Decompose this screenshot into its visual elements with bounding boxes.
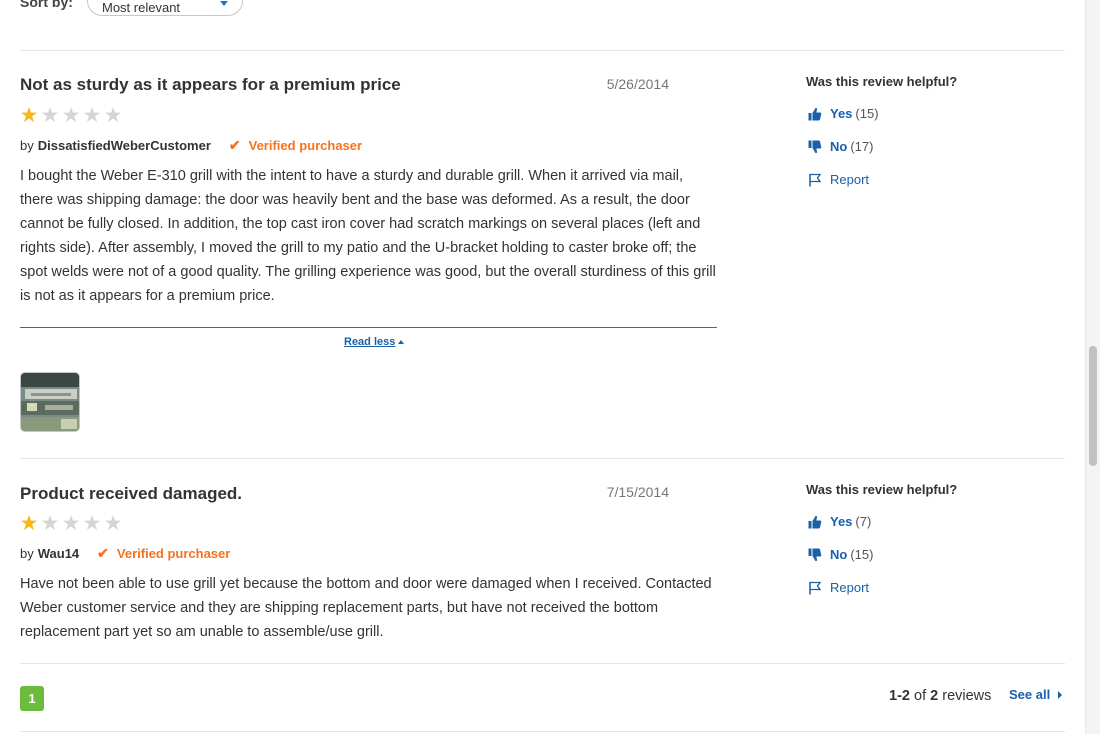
vote-no-button[interactable]: No (15) xyxy=(808,547,873,562)
pagination-page-button[interactable]: 1 xyxy=(20,686,44,711)
star-icon: ★ xyxy=(82,104,102,127)
thumbs-down-icon xyxy=(808,548,822,561)
report-button[interactable]: Report xyxy=(808,172,869,187)
reviews-label: reviews xyxy=(942,688,992,704)
star-icon: ★ xyxy=(19,512,39,535)
see-all-link[interactable]: See all xyxy=(1009,687,1063,702)
sort-dropdown[interactable]: Most relevant xyxy=(87,0,243,16)
no-label: No xyxy=(830,547,848,562)
star-icon: ★ xyxy=(103,512,123,535)
no-label: No xyxy=(830,139,848,154)
by-label: by xyxy=(20,138,34,153)
no-count: (17) xyxy=(850,139,874,154)
verified-purchaser-badge: Verified purchaser xyxy=(116,546,231,561)
thumbs-up-icon xyxy=(808,515,822,528)
by-label: by xyxy=(20,546,34,561)
star-rating: ★ ★ ★ ★ ★ xyxy=(19,105,123,126)
divider xyxy=(20,663,1065,664)
chevron-up-icon xyxy=(398,340,405,344)
yes-label: Yes xyxy=(830,514,853,529)
yes-count: (15) xyxy=(855,106,879,121)
flag-icon xyxy=(809,173,822,186)
thumbs-up-icon xyxy=(808,107,822,120)
review-title: Not as sturdy as it appears for a premiu… xyxy=(20,75,401,94)
divider xyxy=(20,50,1065,51)
star-icon: ★ xyxy=(40,512,60,535)
helpful-question: Was this review helpful? xyxy=(806,482,958,497)
star-rating: ★ ★ ★ ★ ★ xyxy=(19,513,123,534)
review-byline: by Wau14 ✔ Verified purchaser xyxy=(20,545,230,562)
yes-label: Yes xyxy=(830,106,853,121)
helpful-question: Was this review helpful? xyxy=(806,74,958,89)
sort-label: Sort by: xyxy=(20,0,73,10)
review-date: 5/26/2014 xyxy=(606,76,669,92)
star-icon: ★ xyxy=(61,512,81,535)
read-less-label: Read less xyxy=(344,336,396,348)
review-title: Product received damaged. xyxy=(20,484,243,503)
star-icon: ★ xyxy=(82,512,102,535)
total-count: 2 xyxy=(930,688,939,704)
vote-no-button[interactable]: No (17) xyxy=(808,139,873,154)
of-label: of xyxy=(914,688,927,704)
report-button[interactable]: Report xyxy=(808,580,869,595)
review-author: DissatisfiedWeberCustomer xyxy=(37,138,211,153)
checkmark-icon: ✔ xyxy=(228,137,241,153)
chevron-right-icon xyxy=(1058,690,1063,699)
report-label: Report xyxy=(830,580,870,595)
review-byline: by DissatisfiedWeberCustomer ✔ Verified … xyxy=(20,137,362,154)
read-less-link[interactable]: Read less xyxy=(344,336,405,348)
vote-yes-button[interactable]: Yes (15) xyxy=(808,106,879,121)
review-photo-thumbnail[interactable] xyxy=(20,372,80,432)
review-body: I bought the Weber E-310 grill with the … xyxy=(20,168,716,304)
verified-purchaser-badge: Verified purchaser xyxy=(248,138,363,153)
grill-photo-image xyxy=(21,373,79,431)
read-less-divider xyxy=(20,327,717,328)
star-icon: ★ xyxy=(19,104,39,127)
yes-count: (7) xyxy=(855,514,872,529)
review-date: 7/15/2014 xyxy=(606,484,669,500)
range-start-end: 1-2 xyxy=(889,688,910,704)
divider xyxy=(20,731,1065,732)
checkmark-icon: ✔ xyxy=(97,545,109,561)
vote-yes-button[interactable]: Yes (7) xyxy=(808,514,871,529)
see-all-label: See all xyxy=(1009,687,1051,702)
review-body: Have not been able to use grill yet beca… xyxy=(20,576,712,640)
star-icon: ★ xyxy=(103,104,123,127)
no-count: (15) xyxy=(850,547,874,562)
divider xyxy=(20,458,1065,459)
sort-selected-value: Most relevant xyxy=(102,0,181,15)
star-icon: ★ xyxy=(61,104,81,127)
review-author: Wau14 xyxy=(37,546,80,561)
thumbs-down-icon xyxy=(808,140,822,153)
chevron-down-icon xyxy=(220,1,228,6)
report-label: Report xyxy=(830,172,870,187)
review-count-summary: 1-2 of 2 reviews xyxy=(889,688,991,704)
star-icon: ★ xyxy=(40,104,60,127)
scrollbar-thumb[interactable] xyxy=(1089,346,1097,466)
flag-icon xyxy=(809,581,822,594)
